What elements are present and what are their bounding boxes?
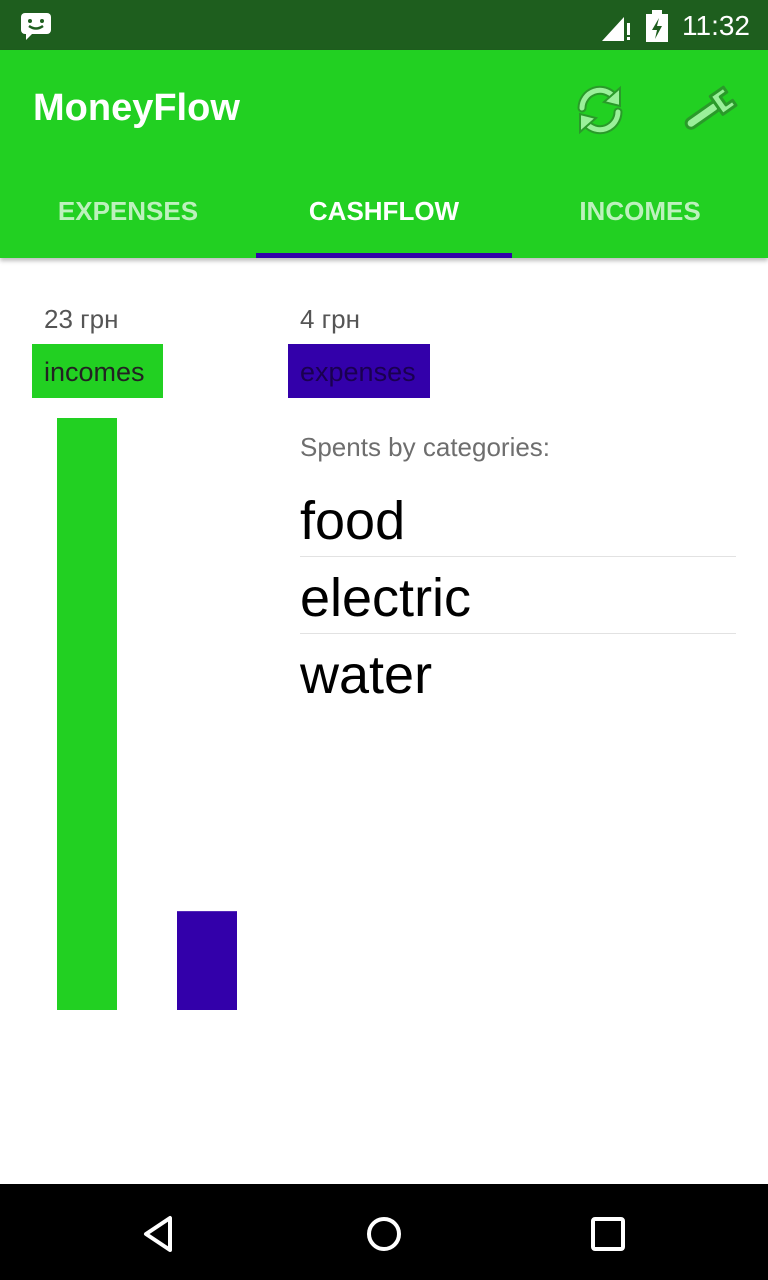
back-icon[interactable] [136,1210,184,1258]
bar-expenses [177,911,237,1010]
home-icon[interactable] [360,1210,408,1258]
category-item-water[interactable]: water [300,634,736,710]
spents-heading: Spents by categories: [300,432,551,462]
bar-incomes [57,418,117,1010]
recents-icon[interactable] [584,1210,632,1258]
category-item-electric[interactable]: electric [300,557,736,634]
navigation-bar [0,1184,768,1280]
category-list: food electric water [300,480,736,710]
category-item-food[interactable]: food [300,480,736,557]
